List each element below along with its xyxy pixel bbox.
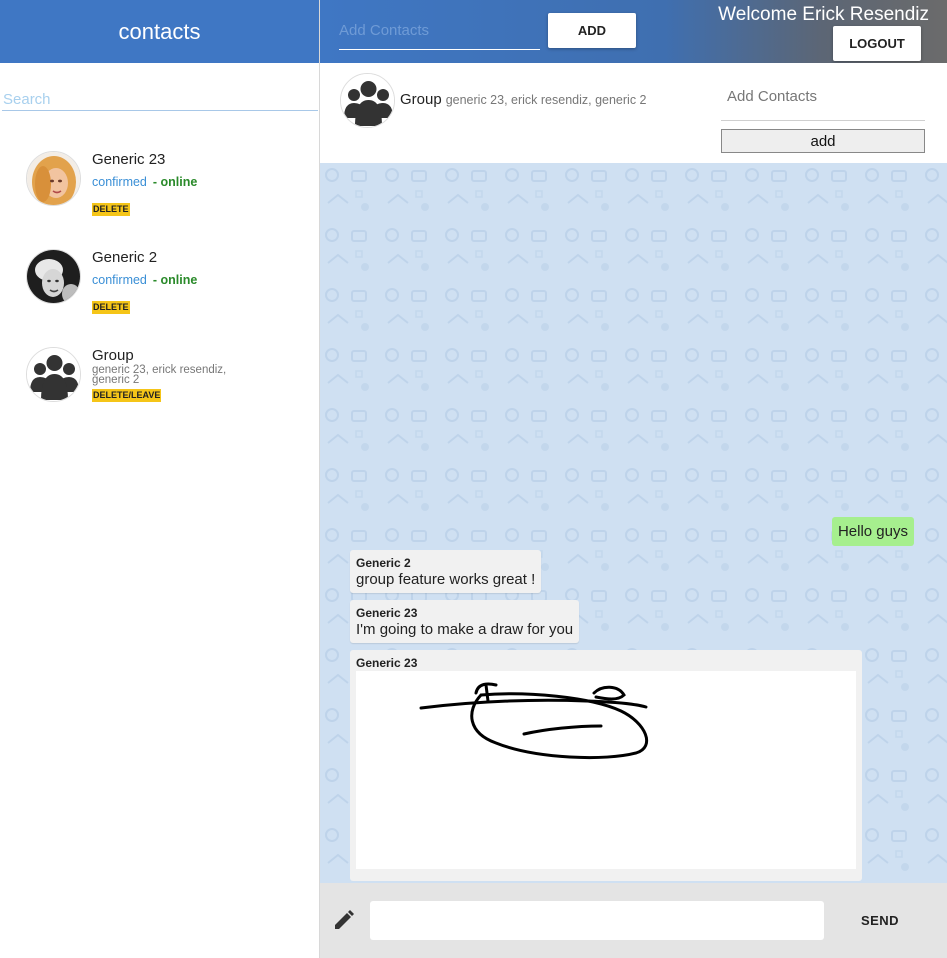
drawing-message-bubble: Generic 23 xyxy=(350,650,862,881)
sidebar-title: contacts xyxy=(118,18,201,44)
group-icon xyxy=(26,347,81,402)
status-online: - online xyxy=(152,175,198,189)
welcome-text: Welcome Erick Resendiz xyxy=(718,4,929,25)
chat-header: Group generic 23, erick resendiz, generic… xyxy=(320,63,947,163)
status-confirmed: confirmed xyxy=(92,175,147,189)
message-sender: Generic 2 xyxy=(356,556,411,570)
group-icon xyxy=(340,73,395,128)
contact-item[interactable]: Generic 2 confirmed - online DELETE xyxy=(0,249,319,347)
message-bubble: Generic 2 group feature works great ! xyxy=(350,550,542,593)
message-sender: Generic 23 xyxy=(356,656,418,670)
message-bubble: Generic 23 I'm going to make a draw for … xyxy=(350,600,580,643)
avatar xyxy=(26,249,81,304)
chat-members: generic 23, erick resendiz, generic 2 xyxy=(445,93,647,107)
message-input[interactable] xyxy=(370,901,824,940)
sidebar-header: contacts xyxy=(0,0,319,63)
add-contacts-input[interactable] xyxy=(339,12,540,50)
add-contacts-field[interactable]: Add Contacts xyxy=(727,88,817,105)
my-message-bubble: Hello guys xyxy=(831,517,914,546)
message-text: I'm going to make a draw for you xyxy=(356,621,574,638)
search-input[interactable] xyxy=(2,89,318,111)
send-button[interactable]: SEND xyxy=(845,901,915,940)
chat-area[interactable]: Hello guys Generic 2 group feature works… xyxy=(320,163,947,883)
status-online: - online xyxy=(152,273,198,287)
drawing-canvas xyxy=(356,671,856,869)
contacts-sidebar: contacts Generic 23 confirmed - online xyxy=(0,0,320,958)
add-contacts-underline xyxy=(721,120,925,121)
contact-status: confirmed - online xyxy=(92,175,197,189)
contact-name: Generic 2 xyxy=(92,249,158,266)
top-bar: ADD Welcome Erick Resendiz LOGOUT xyxy=(320,0,947,63)
pencil-icon[interactable] xyxy=(332,908,356,932)
chat-title-text: Group xyxy=(400,91,442,108)
avatar xyxy=(26,151,81,206)
message-sender: Generic 23 xyxy=(356,606,418,620)
contact-name: Group xyxy=(92,347,134,364)
contact-item[interactable]: Generic 23 confirmed - online DELETE xyxy=(0,151,319,249)
composer-bar: SEND xyxy=(320,883,947,958)
status-confirmed: confirmed xyxy=(92,273,147,287)
chat-title: Group generic 23, erick resendiz, generic… xyxy=(400,91,647,108)
delete-button[interactable]: DELETE xyxy=(92,203,130,216)
message-text: group feature works great ! xyxy=(356,571,536,588)
contact-list: Generic 23 confirmed - online DELETE Gene… xyxy=(0,151,319,445)
contact-name: Generic 23 xyxy=(92,151,166,168)
contact-status: confirmed - online xyxy=(92,273,197,287)
logout-button[interactable]: LOGOUT xyxy=(833,26,921,61)
delete-button[interactable]: DELETE xyxy=(92,301,130,314)
group-members: generic 23, erick resendiz, generic 2 xyxy=(92,364,227,386)
add-contact-button[interactable]: ADD xyxy=(548,13,636,48)
search-wrap xyxy=(0,63,319,111)
contact-item-group[interactable]: Group generic 23, erick resendiz, generi… xyxy=(0,347,319,445)
delete-leave-button[interactable]: DELETE/LEAVE xyxy=(92,389,162,402)
add-to-group-button[interactable]: add xyxy=(721,129,925,153)
